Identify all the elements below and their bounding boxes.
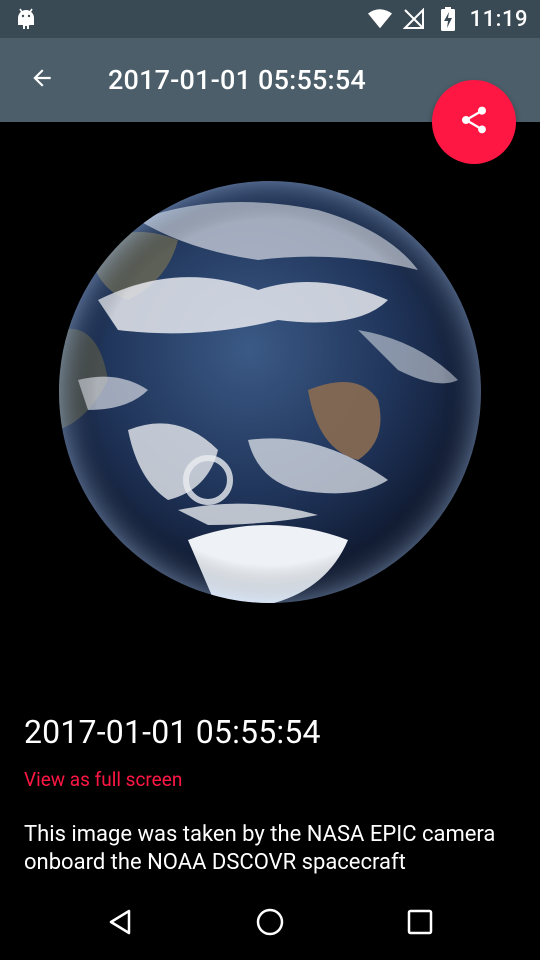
back-triangle-icon [106, 908, 134, 940]
recents-square-icon [407, 909, 433, 939]
earth-image [59, 181, 481, 603]
nav-home-button[interactable] [243, 897, 297, 951]
nav-back-button[interactable] [93, 897, 147, 951]
earth-image-area[interactable] [0, 122, 540, 682]
android-debug-icon [14, 7, 38, 31]
view-full-screen-link[interactable]: View as full screen [24, 768, 182, 791]
arrow-back-icon [29, 65, 55, 95]
home-circle-icon [255, 907, 285, 941]
no-signal-icon [402, 7, 426, 31]
nav-recents-button[interactable] [393, 897, 447, 951]
wifi-icon [367, 7, 392, 31]
image-date-title: 2017-01-01 05:55:54 [24, 713, 321, 751]
back-button[interactable] [14, 52, 70, 108]
share-icon [458, 104, 490, 140]
navigation-bar [0, 887, 540, 960]
image-description: This image was taken by the NASA EPIC ca… [24, 822, 496, 875]
battery-charging-icon [436, 7, 460, 31]
share-button[interactable] [432, 80, 516, 164]
status-time: 11:19 [469, 6, 528, 32]
page-title: 2017-01-01 05:55:54 [108, 64, 366, 96]
status-bar: 11:19 [0, 0, 540, 38]
